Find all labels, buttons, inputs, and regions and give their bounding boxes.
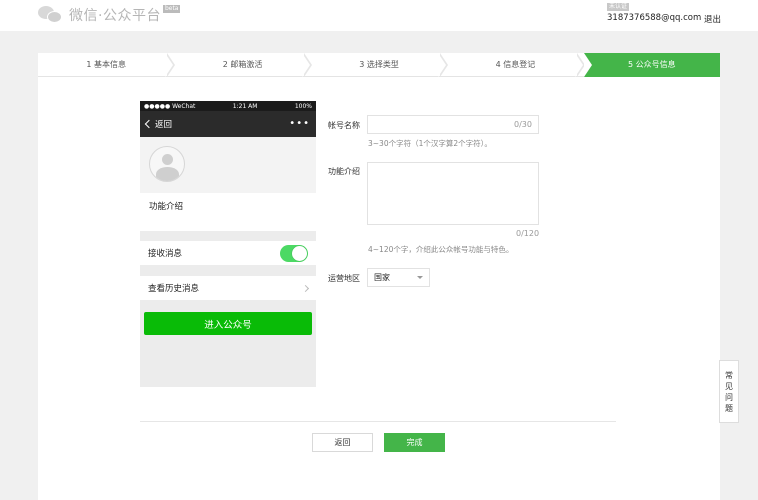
receive-messages-toggle (280, 244, 308, 262)
account-status-badge: 未认证 (607, 3, 630, 11)
step-5-active: 5 公众号信息 (583, 53, 721, 77)
intro-counter: 0/120 (516, 229, 540, 238)
faq-char: 常 (725, 370, 733, 380)
beta-badge: beta (162, 5, 181, 13)
step-progress-bar: 1 基本信息 2 邮箱激活 3 选择类型 4 信息登记 5 公众号信息 (38, 53, 721, 77)
receive-messages-label: 接收消息 (148, 249, 183, 259)
history-messages-label: 查看历史消息 (148, 284, 200, 294)
step-3: 3 选择类型 (311, 53, 449, 77)
carrier-label: ●●●●● WeChat (144, 102, 196, 110)
receive-messages-row: 接收消息 (140, 241, 316, 265)
phone-back-label: 返回 (155, 120, 173, 130)
faq-char: 见 (725, 381, 733, 391)
phone-intro-label: 功能介绍 (149, 202, 184, 212)
done-button[interactable]: 完成 (384, 433, 445, 452)
wechat-logo[interactable]: 微信·公众平台 beta (38, 4, 181, 26)
wechat-bubble-icon (38, 5, 64, 25)
chevron-right-icon (301, 284, 310, 292)
faq-tab[interactable]: 常 见 问 题 (719, 360, 739, 423)
region-label: 运营地区 (328, 274, 360, 283)
account-name-hint: 3~30个字符（1个汉字算2个字符）。 (368, 139, 492, 148)
phone-nav-bar: 返回 ••• (140, 111, 316, 137)
account-name-label: 帐号名称 (328, 121, 360, 130)
account-name-counter: 0/30 (514, 120, 532, 129)
step-4: 4 信息登记 (447, 53, 586, 77)
step-2: 2 邮箱激活 (174, 53, 313, 77)
faq-char: 题 (725, 403, 733, 413)
phone-time: 1:21 AM (232, 102, 258, 110)
registration-panel: 1 基本信息 2 邮箱激活 3 选择类型 4 信息登记 5 公众号信息 ●●●●… (38, 53, 721, 500)
region-select-value: 国家 (374, 273, 390, 282)
caret-down-icon (417, 276, 423, 279)
enter-account-button: 进入公众号 (144, 312, 312, 335)
footer-divider (140, 421, 616, 422)
history-messages-row: 查看历史消息 (140, 276, 316, 300)
intro-label: 功能介绍 (328, 167, 360, 176)
intro-textarea[interactable] (367, 162, 539, 225)
top-header: 微信·公众平台 beta 未认证 3187376588@qq.com 退出 (0, 0, 758, 31)
region-select[interactable]: 国家 (367, 268, 430, 287)
logout-link[interactable]: 退出 (704, 13, 721, 25)
phone-intro-row: 功能介绍 (140, 193, 316, 231)
avatar-placeholder-icon (149, 146, 185, 182)
more-icon: ••• (289, 118, 310, 129)
faq-char: 问 (725, 392, 733, 402)
phone-status-bar: ●●●●● WeChat 1:21 AM 100% (140, 101, 316, 111)
back-button[interactable]: 返回 (312, 433, 373, 452)
step-1: 1 基本信息 (38, 53, 176, 77)
logo-text: 微信·公众平台 (69, 8, 161, 24)
profile-header (140, 137, 316, 193)
chevron-left-icon (144, 119, 154, 129)
intro-hint: 4~120个字，介绍此公众帐号功能与特色。 (368, 245, 514, 254)
account-email[interactable]: 3187376588@qq.com (607, 13, 701, 23)
battery-label: 100% (294, 102, 312, 110)
phone-back-button: 返回 (144, 118, 173, 130)
phone-preview: ●●●●● WeChat 1:21 AM 100% 返回 ••• 功能介绍 接收… (140, 101, 316, 387)
